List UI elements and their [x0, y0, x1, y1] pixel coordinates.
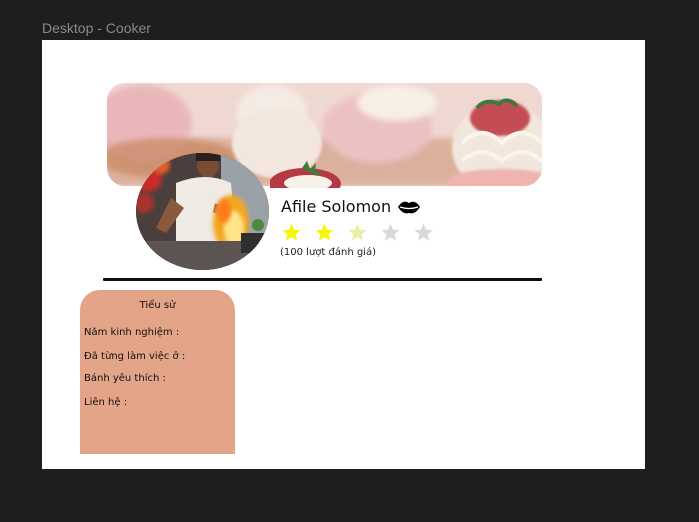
frame-label: Desktop - Cooker [42, 20, 151, 36]
desktop-cooker-frame: Afile Solomon (100 lượt đánh giá) Tiểu s… [42, 40, 645, 469]
chef-name-row: Afile Solomon [281, 197, 421, 216]
star-icon[interactable] [281, 222, 302, 243]
bio-favorite-cake-label: Bánh yêu thích : [84, 373, 166, 384]
bio-experience-label: Năm kinh nghiệm : [84, 327, 180, 338]
star-icon[interactable] [413, 222, 434, 243]
chef-avatar [136, 153, 269, 270]
section-divider [103, 278, 542, 281]
bio-title: Tiểu sử [139, 300, 176, 311]
bio-contact-label: Liên hệ : [84, 397, 128, 408]
chef-name: Afile Solomon [281, 197, 392, 216]
star-icon[interactable] [347, 222, 368, 243]
star-icon[interactable] [314, 222, 335, 243]
lips-icon [398, 201, 421, 213]
bio-worked-at-label: Đã từng làm việc ở : [84, 351, 186, 362]
bio-card: Tiểu sử Năm kinh nghiệm : Đã từng làm vi… [80, 290, 235, 454]
strawberry-decoration [270, 161, 341, 188]
rating-stars[interactable] [281, 222, 434, 243]
star-icon[interactable] [380, 222, 401, 243]
review-count: (100 lượt đánh giá) [280, 247, 376, 258]
